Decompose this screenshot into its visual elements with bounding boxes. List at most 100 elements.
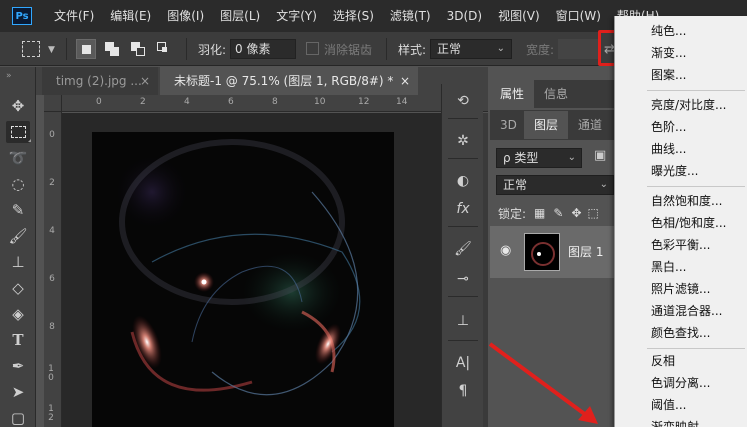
ruler-tick: 0 [96, 97, 102, 107]
lock-position-icon[interactable]: ✥ [571, 206, 581, 220]
divider [448, 340, 478, 341]
tab-layers[interactable]: 图层 [524, 111, 569, 139]
image-filter-icon[interactable]: ▣ [594, 148, 606, 163]
add-selection-button[interactable] [102, 39, 122, 59]
menu-view[interactable]: 视图(V) [490, 0, 548, 32]
menu-item-levels[interactable]: 色阶... [615, 116, 747, 138]
lock-label: 锁定: [498, 206, 527, 221]
close-icon[interactable]: × [400, 67, 410, 95]
eraser-icon[interactable]: ◇ [6, 277, 30, 299]
layer-row[interactable]: ◉ 图层 1 [490, 226, 620, 278]
ruler-corner [44, 95, 62, 112]
ruler-left: 0 2 4 6 8 1 0 1 2 [44, 95, 62, 427]
clone-source-icon[interactable]: ⊥ [454, 312, 472, 330]
menu-item-solid-color[interactable]: 纯色... [615, 20, 747, 42]
menu-item-vibrance[interactable]: 自然饱和度... [615, 190, 747, 212]
menu-item-color-balance[interactable]: 色彩平衡... [615, 234, 747, 256]
shape-tool-icon[interactable]: ▢ [6, 407, 30, 427]
lock-artboard-icon[interactable]: ⬚ [588, 206, 599, 220]
marquee-tool-icon[interactable] [6, 121, 31, 143]
width-label: 宽度: [526, 42, 555, 57]
chevron-down-icon: ⌄ [496, 43, 505, 54]
divider [448, 158, 478, 159]
divider [448, 296, 478, 297]
menu-item-color-lookup[interactable]: 颜色查找... [615, 322, 747, 344]
tab-timg[interactable]: timg (2).jpg ... × [42, 67, 158, 95]
menu-filter[interactable]: 滤镜(T) [382, 0, 439, 32]
styles-icon[interactable]: ◐ [454, 172, 472, 190]
history-icon[interactable]: ⟲ [454, 92, 472, 110]
menu-item-threshold[interactable]: 阈值... [615, 394, 747, 416]
menu-item-pattern[interactable]: 图案... [615, 64, 747, 86]
move-tool-icon[interactable]: ✥ [6, 95, 30, 117]
pen-tool-icon[interactable]: ✒ [6, 355, 30, 377]
close-icon[interactable]: × [140, 67, 150, 95]
quick-select-icon[interactable]: ◌ [6, 173, 30, 195]
panel-tabs-layers: 3D 图层 通道 [490, 110, 620, 140]
brush-icon[interactable]: 🖌 [6, 225, 30, 247]
character-icon[interactable]: A| [454, 354, 472, 372]
width-input [558, 39, 598, 59]
lock-pixels-icon[interactable]: ✎ [553, 206, 563, 220]
menu-item-photo-filter[interactable]: 照片滤镜... [615, 278, 747, 300]
adjustments-icon[interactable]: ✲ [454, 132, 472, 150]
tab-untitled[interactable]: 未标题-1 @ 75.1% (图层 1, RGB/8#) * × [160, 67, 418, 95]
menu-edit[interactable]: 编辑(E) [102, 0, 159, 32]
menu-item-brightness-contrast[interactable]: 亮度/对比度... [615, 94, 747, 116]
type-tool-icon[interactable]: T [6, 329, 30, 351]
document-canvas[interactable] [92, 132, 394, 427]
lock-transparent-icon[interactable]: ▦ [534, 206, 545, 220]
tab-3d[interactable]: 3D [490, 111, 527, 139]
menu-select[interactable]: 选择(S) [325, 0, 382, 32]
layer-thumbnail [524, 233, 560, 271]
antialias-label: 消除锯齿 [324, 42, 373, 57]
paint-bucket-icon[interactable]: ◈ [6, 303, 30, 325]
menu-item-hue-saturation[interactable]: 色相/饱和度... [615, 212, 747, 234]
new-selection-button[interactable] [76, 39, 96, 59]
menu-item-gradient-map[interactable]: 渐变映射... [615, 416, 747, 427]
menu-image[interactable]: 图像(I) [159, 0, 212, 32]
paragraph-icon[interactable]: ¶ [454, 382, 472, 400]
ruler-tick: 6 [228, 97, 234, 107]
blend-mode-select[interactable]: 正常 ⌄ [496, 175, 614, 195]
menu-item-exposure[interactable]: 曝光度... [615, 160, 747, 182]
menu-3d[interactable]: 3D(D) [439, 0, 490, 32]
lasso-tool-icon[interactable]: ➰ [6, 147, 30, 169]
menu-item-posterize[interactable]: 色调分离... [615, 372, 747, 394]
menu-item-channel-mixer[interactable]: 通道混合器... [615, 300, 747, 322]
brush-presets-icon[interactable]: ⊸ [454, 270, 472, 288]
menu-type[interactable]: 文字(Y) [268, 0, 325, 32]
antialias-checkbox[interactable] [306, 42, 319, 55]
tab-channels[interactable]: 通道 [568, 111, 612, 139]
menu-item-invert[interactable]: 反相 [615, 350, 747, 372]
photoshop-logo: Ps [12, 7, 32, 25]
thumbnail-image [531, 242, 555, 266]
fx-icon[interactable]: fx [454, 200, 472, 218]
tab-info[interactable]: 信息 [534, 80, 578, 108]
menu-layer[interactable]: 图层(L) [212, 0, 268, 32]
menu-file[interactable]: 文件(F) [46, 0, 102, 32]
menu-item-curves[interactable]: 曲线... [615, 138, 747, 160]
document-tabs: timg (2).jpg ... × 未标题-1 @ 75.1% (图层 1, … [36, 67, 488, 95]
style-select[interactable]: 正常 ⌄ [430, 39, 512, 59]
tab-properties[interactable]: 属性 [490, 80, 535, 108]
eye-icon[interactable]: ◉ [500, 243, 511, 258]
stamp-icon[interactable]: ⊥ [6, 251, 30, 273]
collapse-icon[interactable]: » [6, 71, 12, 81]
subtract-selection-button[interactable] [128, 39, 148, 59]
brush-settings-icon[interactable]: 🖌 [454, 240, 472, 258]
menu-item-gradient[interactable]: 渐变... [615, 42, 747, 64]
ruler-tick: 2 [49, 178, 55, 188]
feather-input[interactable]: 0 像素 [230, 39, 296, 59]
menu-window[interactable]: 窗口(W) [548, 0, 609, 32]
chevron-down-icon[interactable]: ▼ [48, 45, 55, 55]
eyedropper-icon[interactable]: ✎ [6, 199, 30, 221]
layer-filter-select[interactable]: ρ 类型 ⌄ [496, 148, 582, 168]
intersect-selection-button[interactable] [154, 39, 174, 59]
menu-item-black-white[interactable]: 黑白... [615, 256, 747, 278]
panel-tabs-top: 属性 信息 [490, 80, 620, 108]
marquee-preset-icon[interactable] [22, 41, 40, 57]
divider [448, 118, 478, 119]
path-select-icon[interactable]: ➤ [6, 381, 30, 403]
lens-flare-artwork [92, 132, 394, 427]
